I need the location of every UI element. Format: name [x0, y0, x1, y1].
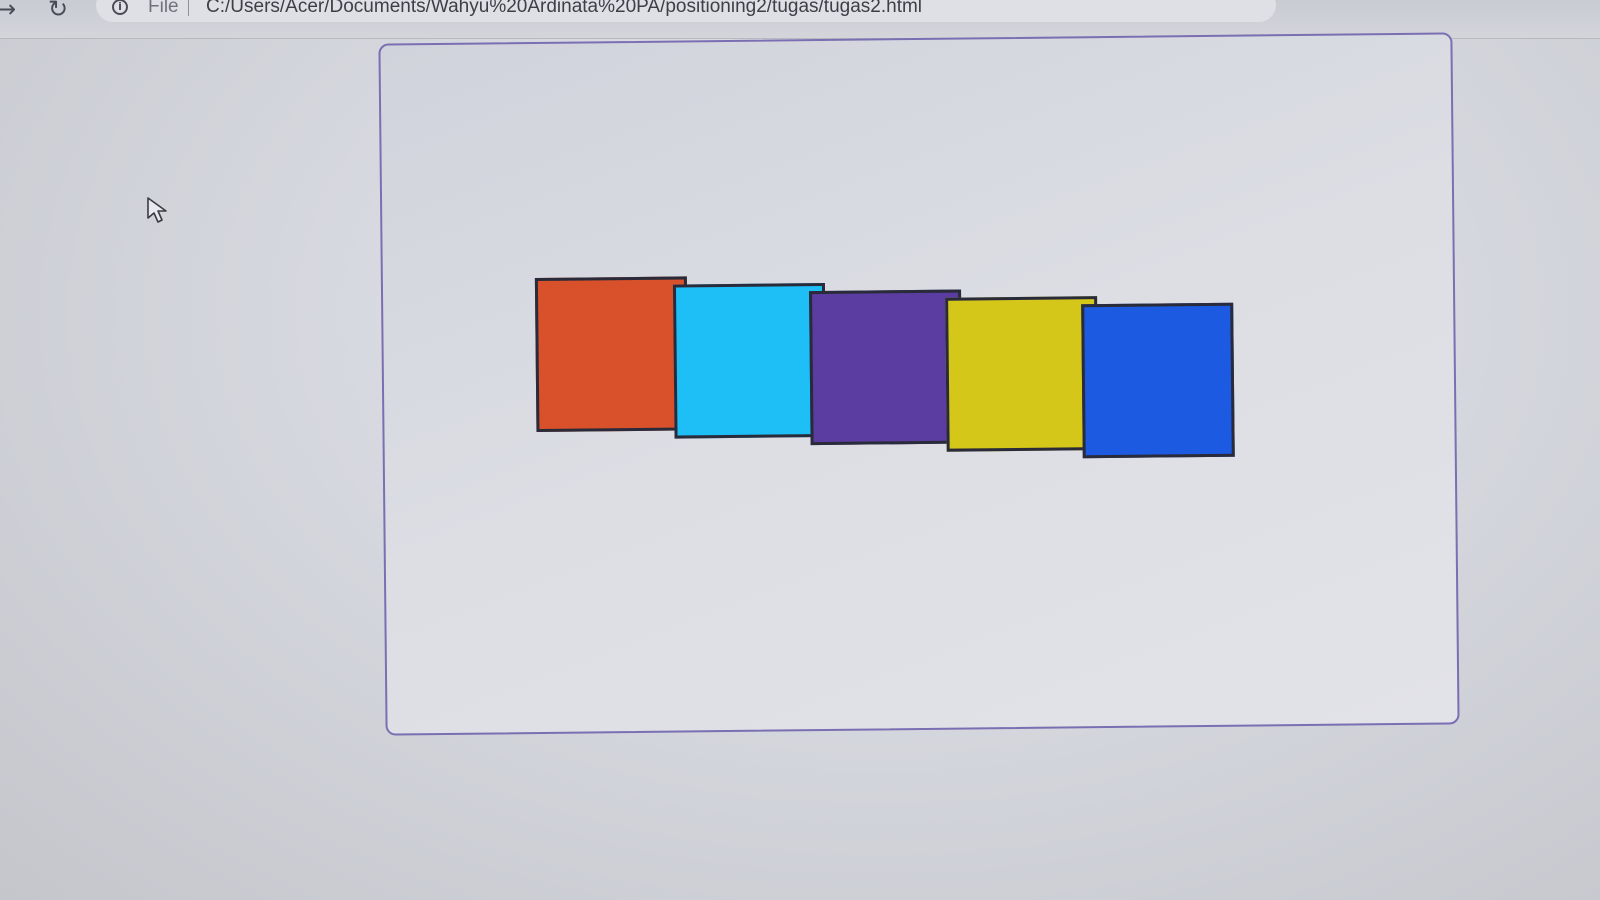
mouse-pointer-icon: [147, 197, 167, 223]
reload-icon[interactable]: ↻: [48, 0, 68, 22]
file-label: File: [148, 0, 179, 17]
url-field[interactable]: i File C:/Users/Acer/Documents/Wahyu%20A…: [96, 0, 1276, 22]
purple-box: [809, 289, 963, 446]
yellow-box: [945, 296, 1099, 452]
blue-box: [1081, 302, 1235, 459]
page-container: [378, 32, 1460, 736]
orange-box: [534, 276, 689, 433]
url-text[interactable]: C:/Users/Acer/Documents/Wahyu%20Ardinata…: [206, 0, 922, 18]
info-icon[interactable]: i: [112, 0, 128, 15]
forward-arrow-icon[interactable]: →: [0, 0, 16, 22]
separator: [188, 0, 189, 16]
cyan-box: [672, 282, 827, 439]
